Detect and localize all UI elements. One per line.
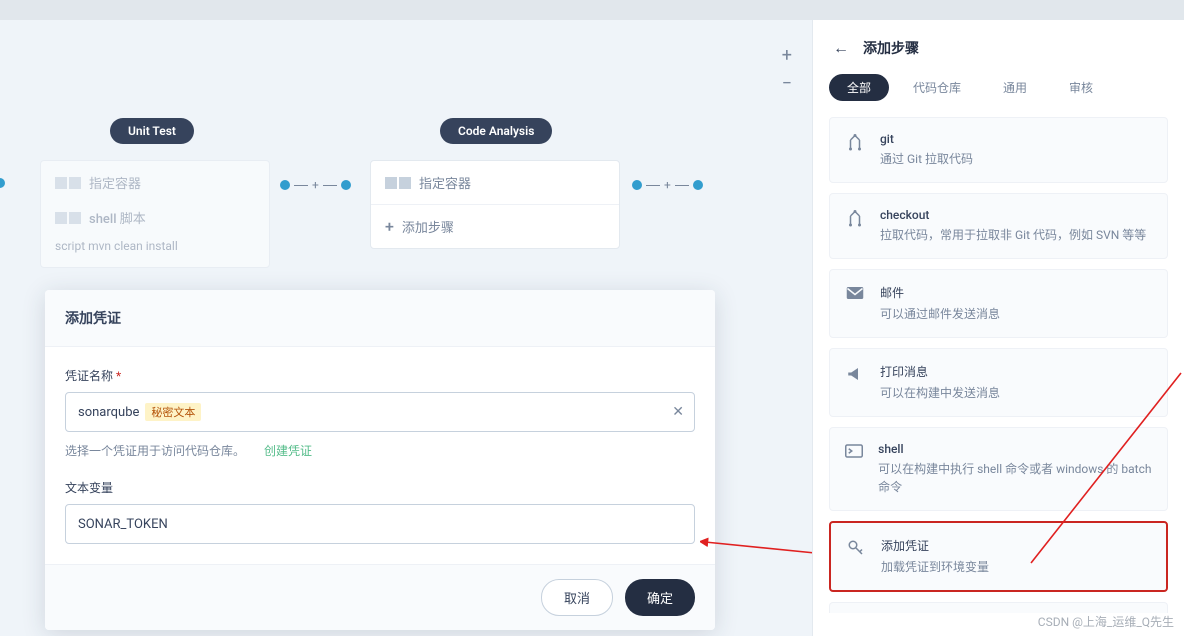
credential-type-tag: 秘密文本 <box>145 403 201 421</box>
stage-label-code-analysis[interactable]: Code Analysis <box>440 118 552 144</box>
zoom-in-button[interactable]: + <box>782 45 792 73</box>
step-mail[interactable]: 邮件可以通过邮件发送消息 <box>829 269 1168 338</box>
step-shell[interactable]: shell 可以在构建中执行 shell 命令或者 windows 的 batch… <box>829 427 1168 511</box>
container-icon <box>385 177 411 189</box>
megaphone-icon <box>844 363 866 402</box>
connector-left <box>0 178 5 188</box>
shell-icon <box>844 442 864 496</box>
step-list: git 通过 Git 拉取代码 checkout 拉取代码，常用于拉取非 Git 代… <box>813 117 1184 613</box>
step-print[interactable]: 打印消息可以在构建中发送消息 <box>829 348 1168 417</box>
zoom-controls: + − <box>782 45 792 101</box>
step-title: shell <box>878 442 1153 456</box>
git-icon <box>844 132 866 168</box>
step-title: checkout <box>880 208 1146 222</box>
stage-row-shell: shell 脚本 <box>41 204 269 239</box>
credential-name-label: 凭证名称 * <box>65 367 695 384</box>
sidebar-title: 添加步骤 <box>863 38 919 58</box>
stage-label-unit-test[interactable]: Unit Test <box>110 118 194 144</box>
mail-icon <box>844 284 866 323</box>
add-stage-button-2[interactable]: + <box>664 178 671 192</box>
cancel-button[interactable]: 取消 <box>541 579 613 616</box>
back-icon[interactable]: ← <box>833 38 849 58</box>
step-desc: 可以通过邮件发送消息 <box>880 305 1000 323</box>
pipeline-canvas: + − Unit Test 指定容器 shell 脚本 script mvn c… <box>0 20 812 636</box>
step-title: 邮件 <box>880 284 1000 301</box>
add-credential-modal: 添加凭证 凭证名称 * sonarqube 秘密文本 ✕ 选择一个凭证用于访问代… <box>45 290 715 630</box>
key-icon <box>845 537 867 576</box>
stage-script-text: script mvn clean install <box>41 239 269 267</box>
step-git[interactable]: git 通过 Git 拉取代码 <box>829 117 1168 183</box>
stage-card-code-analysis[interactable]: 指定容器 + 添加步骤 <box>370 160 620 249</box>
text-variable-label: 文本变量 <box>65 479 695 496</box>
step-desc: 加载凭证到环境变量 <box>881 558 989 576</box>
add-stage-button[interactable]: + <box>312 178 319 192</box>
connector-mid: + <box>280 178 351 192</box>
step-desc: 拉取代码，常用于拉取非 Git 代码，例如 SVN 等等 <box>880 226 1146 244</box>
step-add-credential[interactable]: 添加凭证加载凭证到环境变量 <box>829 521 1168 592</box>
create-credential-link[interactable]: 创建凭证 <box>264 444 312 458</box>
container-label: 指定容器 <box>89 173 141 192</box>
step-container[interactable]: 指定容器 <box>829 602 1168 613</box>
annotation-arrow-1 <box>700 534 830 564</box>
add-step-label: 添加步骤 <box>402 217 454 236</box>
step-title: 添加凭证 <box>881 537 989 554</box>
tab-general[interactable]: 通用 <box>985 74 1045 101</box>
credential-select[interactable]: sonarqube 秘密文本 ✕ <box>65 392 695 432</box>
connector-right: + <box>632 178 703 192</box>
modal-title: 添加凭证 <box>45 290 715 347</box>
container-label: 指定容器 <box>419 173 471 192</box>
step-desc: 可以在构建中执行 shell 命令或者 windows 的 batch 命令 <box>878 460 1153 496</box>
plus-icon: + <box>385 217 394 236</box>
tab-review[interactable]: 审核 <box>1051 74 1111 101</box>
stage-row-container: 指定容器 <box>41 161 269 204</box>
tab-repo[interactable]: 代码仓库 <box>895 74 979 101</box>
step-desc: 可以在构建中发送消息 <box>880 384 1000 402</box>
sidebar-tabs: 全部 代码仓库 通用 审核 <box>813 74 1184 117</box>
text-variable-input[interactable]: SONAR_TOKEN <box>65 504 695 544</box>
stage-row-container-2: 指定容器 <box>371 161 619 204</box>
ok-button[interactable]: 确定 <box>625 579 695 616</box>
container-icon <box>55 177 81 189</box>
step-checkout[interactable]: checkout 拉取代码，常用于拉取非 Git 代码，例如 SVN 等等 <box>829 193 1168 259</box>
tab-all[interactable]: 全部 <box>829 74 889 101</box>
clear-icon[interactable]: ✕ <box>672 404 684 420</box>
step-title: 打印消息 <box>880 363 1000 380</box>
steps-sidebar: ← 添加步骤 全部 代码仓库 通用 审核 git 通过 Git 拉取代码 chec… <box>812 20 1184 636</box>
credential-hint: 选择一个凭证用于访问代码仓库。 创建凭证 <box>65 442 695 459</box>
step-desc: 通过 Git 拉取代码 <box>880 150 973 168</box>
text-variable-value: SONAR_TOKEN <box>78 517 168 532</box>
shell-label: shell 脚本 <box>89 208 146 227</box>
checkout-icon <box>844 208 866 244</box>
shell-icon <box>55 212 81 224</box>
credential-value: sonarqube <box>78 405 139 420</box>
zoom-out-button[interactable]: − <box>782 73 792 101</box>
stage-card-unit-test[interactable]: 指定容器 shell 脚本 script mvn clean install <box>40 160 270 268</box>
add-step-row[interactable]: + 添加步骤 <box>371 204 619 248</box>
step-title: git <box>880 132 973 146</box>
topbar <box>0 0 1184 20</box>
